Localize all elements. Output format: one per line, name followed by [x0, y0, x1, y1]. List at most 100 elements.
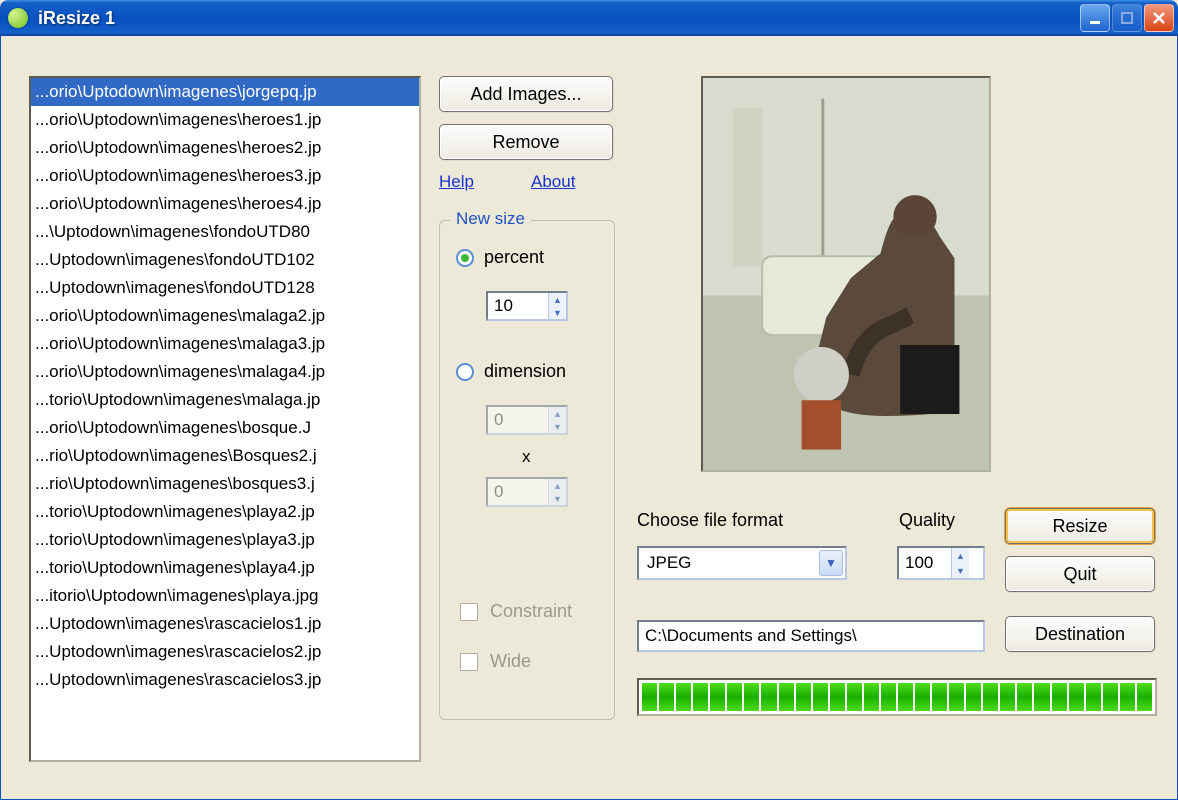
progress-segment — [1086, 683, 1101, 711]
radio-dot-off-icon — [456, 363, 474, 381]
spin-up-icon: ▲ — [549, 407, 566, 420]
list-item[interactable]: ...orio\Uptodown\imagenes\malaga3.jp — [31, 330, 419, 358]
percent-spinner[interactable]: ▲ ▼ — [486, 291, 568, 321]
list-item[interactable]: ...orio\Uptodown\imagenes\bosque.J — [31, 414, 419, 442]
dimension-width-input — [488, 407, 548, 433]
spin-up-icon[interactable]: ▲ — [952, 548, 969, 563]
dimension-height-spinner: ▲ ▼ — [486, 477, 568, 507]
title-bar: iResize 1 — [0, 0, 1178, 36]
quality-input[interactable] — [899, 548, 951, 578]
progress-segment — [847, 683, 862, 711]
list-item[interactable]: ...torio\Uptodown\imagenes\playa4.jp — [31, 554, 419, 582]
progress-segment — [1069, 683, 1084, 711]
radio-dimension[interactable]: dimension — [456, 361, 566, 382]
radio-percent[interactable]: percent — [456, 247, 544, 268]
image-preview — [701, 76, 991, 472]
client-area: ...orio\Uptodown\imagenes\jorgepq.jp...o… — [0, 36, 1178, 800]
progress-segment — [1017, 683, 1032, 711]
window-title: iResize 1 — [38, 8, 1080, 29]
progress-segment — [779, 683, 794, 711]
checkbox-box-icon — [460, 653, 478, 671]
list-item[interactable]: ...torio\Uptodown\imagenes\playa3.jp — [31, 526, 419, 554]
list-item[interactable]: ...torio\Uptodown\imagenes\playa2.jp — [31, 498, 419, 526]
minimize-icon — [1088, 11, 1102, 25]
list-item[interactable]: ...itorio\Uptodown\imagenes\playa.jpg — [31, 582, 419, 610]
add-images-button[interactable]: Add Images... — [439, 76, 613, 112]
progress-segment — [796, 683, 811, 711]
radio-percent-label: percent — [484, 247, 544, 268]
list-item[interactable]: ...Uptodown\imagenes\fondoUTD102 — [31, 246, 419, 274]
progress-segment — [693, 683, 708, 711]
spin-down-icon[interactable]: ▼ — [549, 306, 566, 319]
resize-button[interactable]: Resize — [1005, 508, 1155, 544]
constraint-checkbox: Constraint — [460, 601, 572, 622]
list-item[interactable]: ...orio\Uptodown\imagenes\heroes3.jp — [31, 162, 419, 190]
format-value: JPEG — [647, 553, 691, 573]
progress-segment — [932, 683, 947, 711]
spin-up-icon[interactable]: ▲ — [549, 293, 566, 306]
progress-segment — [1000, 683, 1015, 711]
list-item[interactable]: ...orio\Uptodown\imagenes\jorgepq.jp — [31, 78, 419, 106]
progress-segment — [966, 683, 981, 711]
progress-segment — [983, 683, 998, 711]
progress-segment — [1120, 683, 1135, 711]
spin-down-icon[interactable]: ▼ — [952, 563, 969, 578]
list-item[interactable]: ...Uptodown\imagenes\rascacielos2.jp — [31, 638, 419, 666]
progress-segment — [915, 683, 930, 711]
progress-segment — [744, 683, 759, 711]
progress-segment — [1034, 683, 1049, 711]
progress-segment — [761, 683, 776, 711]
about-link[interactable]: About — [531, 172, 575, 192]
format-label: Choose file format — [637, 510, 783, 531]
dimension-height-input — [488, 479, 548, 505]
image-list[interactable]: ...orio\Uptodown\imagenes\jorgepq.jp...o… — [29, 76, 421, 762]
list-item[interactable]: ...orio\Uptodown\imagenes\malaga2.jp — [31, 302, 419, 330]
list-item[interactable]: ...orio\Uptodown\imagenes\heroes2.jp — [31, 134, 419, 162]
list-item[interactable]: ...orio\Uptodown\imagenes\heroes1.jp — [31, 106, 419, 134]
list-item[interactable]: ...rio\Uptodown\imagenes\Bosques2.j — [31, 442, 419, 470]
maximize-icon — [1120, 11, 1134, 25]
quit-button[interactable]: Quit — [1005, 556, 1155, 592]
progress-segment — [1052, 683, 1067, 711]
dimension-separator: x — [522, 447, 531, 467]
window-controls — [1080, 4, 1174, 32]
list-item[interactable]: ...torio\Uptodown\imagenes\malaga.jp — [31, 386, 419, 414]
close-button[interactable] — [1144, 4, 1174, 32]
list-item[interactable]: ...orio\Uptodown\imagenes\malaga4.jp — [31, 358, 419, 386]
format-dropdown[interactable]: JPEG ▼ — [637, 546, 847, 580]
maximize-button — [1112, 4, 1142, 32]
app-icon — [8, 8, 28, 28]
radio-dimension-label: dimension — [484, 361, 566, 382]
list-item[interactable]: ...orio\Uptodown\imagenes\heroes4.jp — [31, 190, 419, 218]
spin-up-icon: ▲ — [549, 479, 566, 492]
progress-bar — [637, 678, 1157, 716]
wide-checkbox: Wide — [460, 651, 531, 672]
spin-down-icon: ▼ — [549, 492, 566, 505]
quality-spinner[interactable]: ▲ ▼ — [897, 546, 985, 580]
progress-segment — [949, 683, 964, 711]
destination-button[interactable]: Destination — [1005, 616, 1155, 652]
constraint-label: Constraint — [490, 601, 572, 622]
progress-segment — [864, 683, 879, 711]
help-link[interactable]: Help — [439, 172, 474, 192]
percent-input[interactable] — [488, 293, 548, 319]
progress-segment — [710, 683, 725, 711]
progress-segment — [813, 683, 828, 711]
dimension-width-spinner: ▲ ▼ — [486, 405, 568, 435]
progress-segment — [642, 683, 657, 711]
chevron-down-icon: ▼ — [819, 550, 843, 576]
list-item[interactable]: ...Uptodown\imagenes\rascacielos3.jp — [31, 666, 419, 694]
progress-segment — [1137, 683, 1152, 711]
close-icon — [1152, 11, 1166, 25]
progress-segment — [881, 683, 896, 711]
destination-path-input[interactable] — [637, 620, 985, 652]
remove-button[interactable]: Remove — [439, 124, 613, 160]
list-item[interactable]: ...Uptodown\imagenes\rascacielos1.jp — [31, 610, 419, 638]
minimize-button[interactable] — [1080, 4, 1110, 32]
progress-segment — [659, 683, 674, 711]
quality-label: Quality — [899, 510, 955, 531]
list-item[interactable]: ...Uptodown\imagenes\fondoUTD128 — [31, 274, 419, 302]
list-item[interactable]: ...\Uptodown\imagenes\fondoUTD80 — [31, 218, 419, 246]
new-size-legend: New size — [450, 209, 531, 229]
list-item[interactable]: ...rio\Uptodown\imagenes\bosques3.j — [31, 470, 419, 498]
